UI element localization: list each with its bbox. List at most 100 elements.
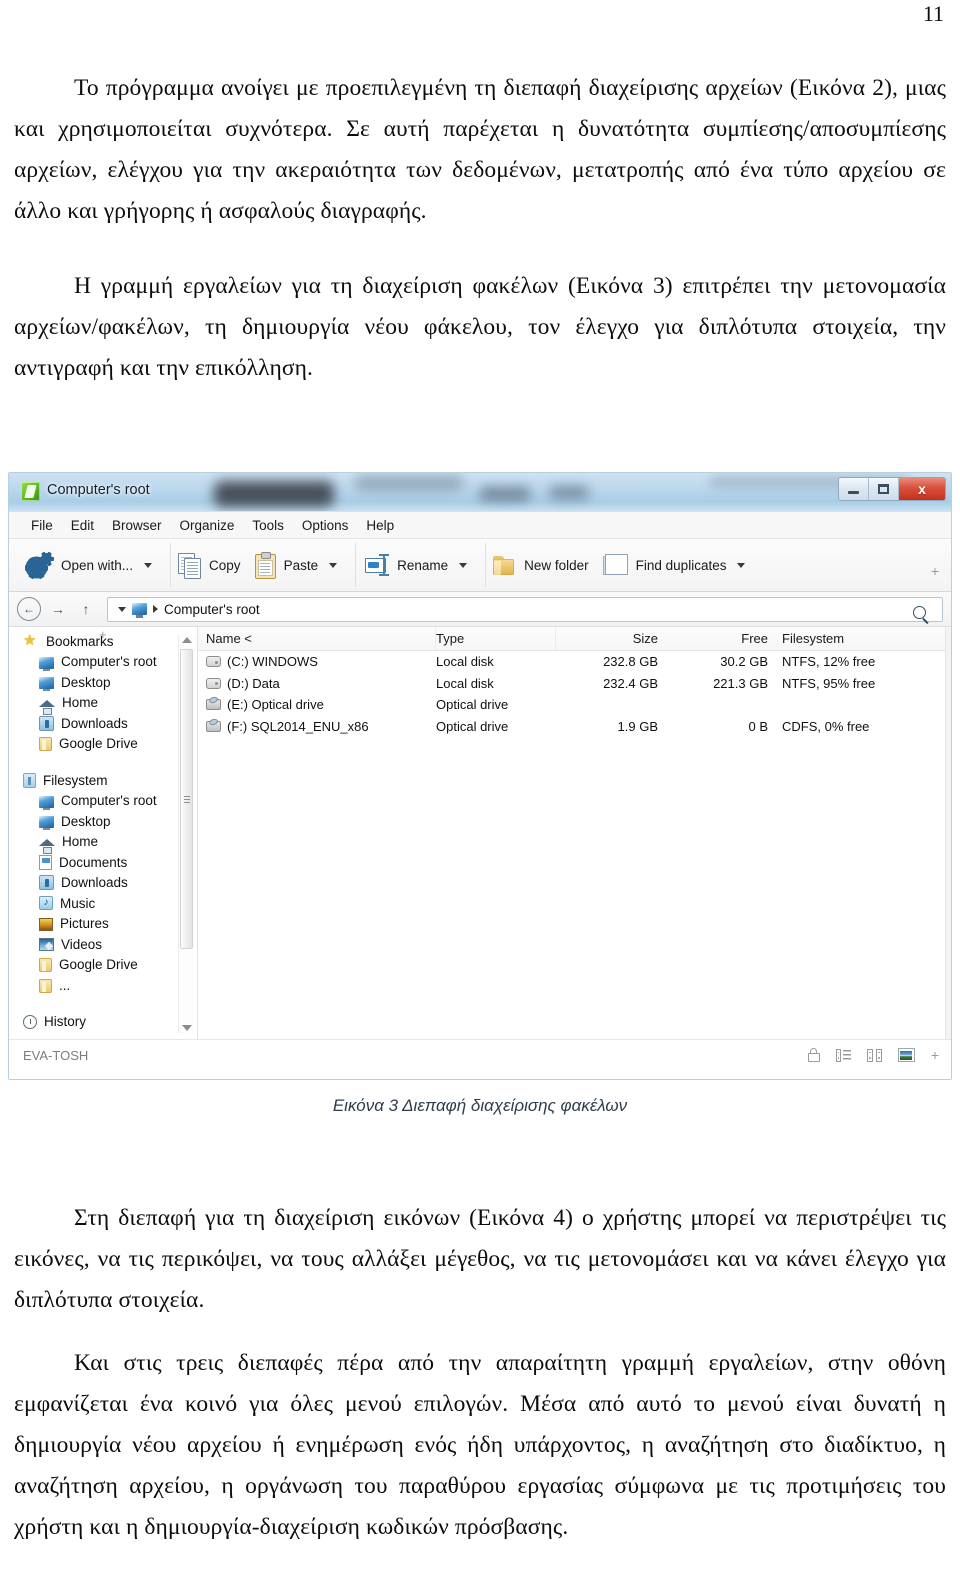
rename-label: Rename bbox=[397, 557, 449, 573]
table-row[interactable]: (D:) Data Local disk 232.4 GB 221.3 GB N… bbox=[198, 673, 951, 695]
scroll-up-icon[interactable] bbox=[182, 637, 192, 643]
folder-icon bbox=[39, 737, 52, 752]
blurred-desktop-artifact bbox=[479, 487, 531, 501]
page-number: 11 bbox=[922, 1, 944, 26]
window-titlebar: Computer's root x bbox=[9, 473, 951, 511]
cell-free: 221.3 GB bbox=[713, 675, 768, 691]
sidebar-item-documents[interactable]: Documents bbox=[9, 852, 197, 873]
column-header-type[interactable]: Type bbox=[436, 627, 556, 650]
cell-filesystem: NTFS, 95% free bbox=[782, 675, 876, 691]
sidebar-item-videos[interactable]: Videos bbox=[9, 934, 197, 955]
sidebar-group-history[interactable]: History bbox=[9, 1012, 197, 1033]
cell-size: 1.9 GB bbox=[617, 718, 658, 734]
menu-item-browser[interactable]: Browser bbox=[104, 516, 172, 535]
open-with-button[interactable]: Open with... bbox=[21, 549, 140, 581]
sidebar-item-label: Computer's root bbox=[61, 793, 157, 809]
search-icon[interactable] bbox=[913, 605, 926, 619]
file-list-header: Name < Type Size Free Filesystem bbox=[198, 627, 951, 651]
music-icon: ♪ bbox=[39, 896, 53, 911]
maximize-button[interactable] bbox=[869, 478, 899, 500]
forward-button[interactable]: → bbox=[47, 598, 69, 620]
chevron-down-icon[interactable] bbox=[118, 606, 126, 612]
file-list-scrollbar[interactable] bbox=[945, 627, 951, 1039]
sidebar-item-downloads[interactable]: Downloads bbox=[9, 713, 197, 734]
toolbar-group-open: Open with... bbox=[21, 543, 172, 587]
new-folder-button[interactable]: New folder bbox=[486, 551, 596, 580]
grid-view-icon[interactable] bbox=[866, 1048, 882, 1062]
sidebar-scrollbar[interactable] bbox=[178, 635, 195, 1033]
sidebar-item-label: ... bbox=[59, 977, 71, 993]
back-button[interactable]: ← bbox=[17, 597, 41, 621]
table-row[interactable]: (C:) WINDOWS Local disk 232.8 GB 30.2 GB… bbox=[198, 651, 951, 673]
chevron-down-icon[interactable] bbox=[329, 562, 338, 568]
up-button[interactable]: ↑ bbox=[75, 598, 97, 620]
sidebar-item-pictures[interactable]: Pictures bbox=[9, 914, 197, 935]
menu-item-edit[interactable]: Edit bbox=[63, 516, 104, 535]
close-button[interactable]: x bbox=[899, 478, 945, 500]
monitor-icon bbox=[39, 795, 54, 810]
window-controls[interactable]: x bbox=[838, 477, 946, 501]
status-add-button[interactable]: + bbox=[931, 1047, 939, 1063]
sidebar-group-filesystem[interactable]: Filesystem bbox=[9, 770, 197, 791]
path-field[interactable]: Computer's root bbox=[107, 596, 943, 622]
sidebar-item-more[interactable]: ... bbox=[9, 975, 197, 996]
cell-type: Local disk bbox=[436, 654, 494, 670]
sidebar-item-computers-root[interactable]: Computer's root bbox=[9, 791, 197, 812]
sidebar-item-desktop[interactable]: Desktop bbox=[9, 811, 197, 832]
sidebar-item-desktop[interactable]: Desktop bbox=[9, 672, 197, 693]
sidebar-item-google-drive[interactable]: Google Drive bbox=[9, 734, 197, 755]
lock-icon[interactable] bbox=[807, 1048, 820, 1062]
sidebar-item-music[interactable]: ♪ Music bbox=[9, 893, 197, 914]
file-list: Name < Type Size Free Filesystem (C:) WI… bbox=[198, 627, 951, 1039]
monitor-icon bbox=[39, 816, 54, 831]
table-row[interactable]: (E:) Optical drive Optical drive bbox=[198, 694, 951, 716]
star-icon: ★ bbox=[23, 631, 37, 649]
monitor-icon bbox=[39, 656, 54, 671]
chevron-down-icon[interactable] bbox=[144, 562, 153, 568]
menu-item-organize[interactable]: Organize bbox=[172, 516, 245, 535]
menu-item-tools[interactable]: Tools bbox=[244, 516, 294, 535]
sidebar-add-button[interactable]: + bbox=[99, 627, 107, 642]
figure-screenshot: Computer's root x File Edit Browser Orga… bbox=[8, 472, 952, 1080]
copy-button[interactable]: Copy bbox=[171, 549, 248, 582]
column-header-size[interactable]: Size bbox=[556, 627, 668, 650]
column-header-free[interactable]: Free bbox=[668, 627, 778, 650]
chevron-down-icon[interactable] bbox=[737, 562, 746, 568]
sidebar-item-home[interactable]: Home bbox=[9, 832, 197, 854]
scroll-down-icon[interactable] bbox=[182, 1025, 192, 1031]
sidebar-item-google-drive[interactable]: Google Drive bbox=[9, 955, 197, 976]
sidebar-group-label: History bbox=[44, 1014, 87, 1030]
minimize-button[interactable] bbox=[839, 478, 869, 500]
chevron-down-icon[interactable] bbox=[459, 562, 468, 568]
menu-item-file[interactable]: File bbox=[23, 516, 63, 535]
table-row[interactable]: (F:) SQL2014_ENU_x86 Optical drive 1.9 G… bbox=[198, 716, 951, 738]
sidebar-item-label: Documents bbox=[59, 854, 128, 870]
find-duplicates-button[interactable]: Find duplicates bbox=[596, 550, 734, 580]
rename-button[interactable]: Rename bbox=[356, 550, 455, 580]
menu-item-options[interactable]: Options bbox=[294, 516, 359, 535]
sidebar-item-downloads[interactable]: Downloads bbox=[9, 873, 197, 894]
paste-button[interactable]: Paste bbox=[248, 548, 326, 582]
column-header-name[interactable]: Name < bbox=[198, 627, 436, 650]
chevron-right-icon[interactable] bbox=[153, 605, 158, 613]
list-view-icon[interactable] bbox=[835, 1048, 851, 1062]
maximize-icon bbox=[878, 484, 889, 494]
sidebar-item-label: Music bbox=[60, 895, 96, 911]
paragraph: Το πρόγραμμα ανοίγει με προεπιλεγμένη τη… bbox=[14, 75, 946, 224]
copy-label: Copy bbox=[209, 557, 241, 573]
sidebar-item-computers-root[interactable]: Computer's root bbox=[9, 652, 197, 673]
blurred-desktop-artifact bbox=[354, 475, 464, 491]
toolbar-overflow-button[interactable]: + bbox=[931, 563, 939, 579]
sidebar-item-label: Desktop bbox=[61, 813, 111, 829]
sidebar-item-home[interactable]: Home bbox=[9, 693, 197, 715]
app-icon bbox=[21, 482, 40, 501]
scrollbar-thumb[interactable] bbox=[180, 649, 193, 949]
sidebar-item-label: Home bbox=[62, 695, 99, 711]
column-header-filesystem[interactable]: Filesystem bbox=[778, 627, 951, 650]
menu-item-help[interactable]: Help bbox=[358, 516, 404, 535]
rename-icon bbox=[363, 554, 390, 576]
status-label: EVA-TOSH bbox=[23, 1047, 89, 1063]
thumbnail-view-icon[interactable] bbox=[897, 1048, 915, 1062]
sidebar-item-label: Google Drive bbox=[59, 736, 138, 752]
optical-drive-icon bbox=[206, 720, 221, 732]
